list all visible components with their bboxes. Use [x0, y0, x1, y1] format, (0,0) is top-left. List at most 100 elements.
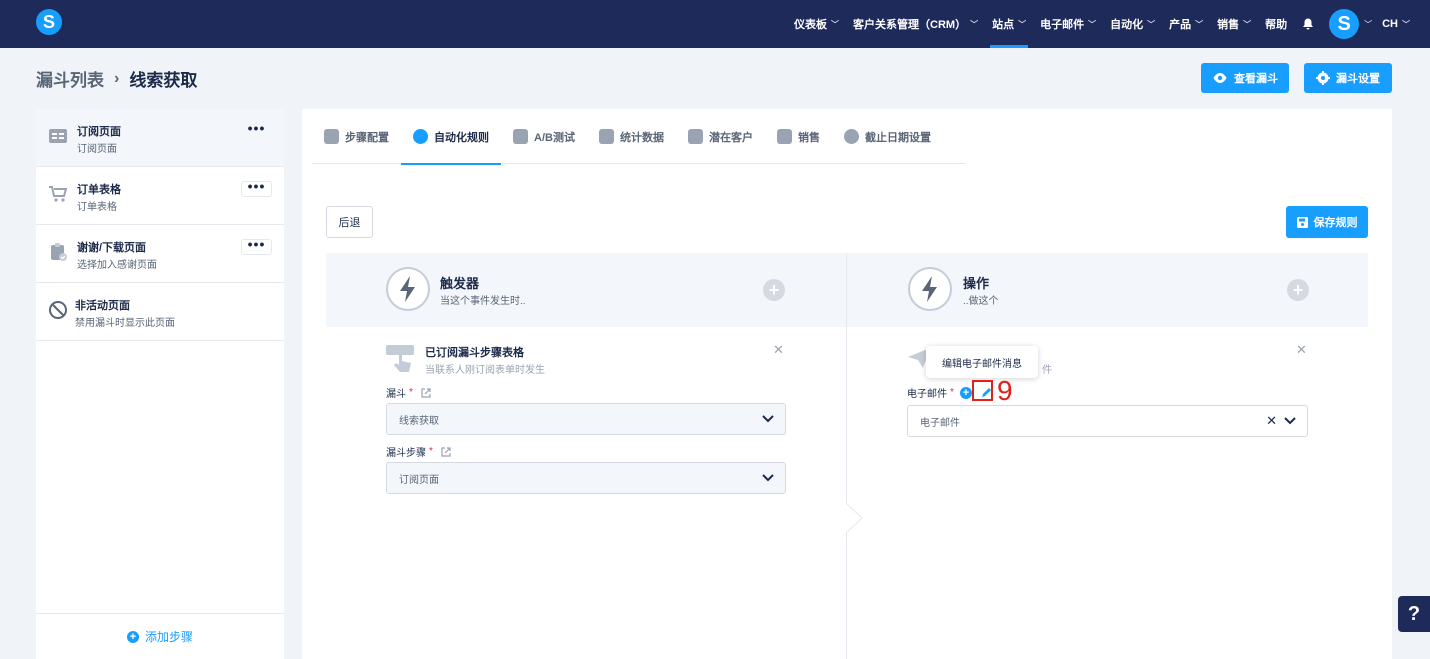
- add-trigger-button[interactable]: +: [763, 279, 785, 301]
- tab-label: 截止日期设置: [864, 131, 931, 144]
- chevron-down-icon: ﹀: [1195, 19, 1204, 29]
- step-item-inactive[interactable]: 非活动页面 禁用漏斗时显示此页面: [36, 283, 284, 341]
- funnel-step-select[interactable]: 订阅页面: [386, 462, 786, 494]
- top-nav-bar: S 仪表板 ﹀ 客户关系管理（CRM） ﹀ 站点 ﹀ 电子邮件 ﹀ 自动化 ﹀ 产品 ﹀ 销…: [0, 0, 1430, 48]
- breadcrumb-parent[interactable]: 漏斗列表: [36, 66, 104, 91]
- user-menu[interactable]: CH ﹀: [1382, 0, 1410, 48]
- nav-help[interactable]: 帮助: [1265, 0, 1287, 48]
- bell-icon[interactable]: [1301, 17, 1315, 31]
- required-marker: *: [429, 446, 433, 457]
- tab-label: 统计数据: [619, 131, 664, 144]
- label-text: 漏斗步骤: [386, 448, 426, 459]
- nav-crm[interactable]: 客户关系管理（CRM） ﹀: [853, 0, 978, 48]
- save-rule-button[interactable]: 保存规则: [1286, 206, 1368, 238]
- tab-step-config[interactable]: 步骤配置: [312, 109, 401, 164]
- funnel-select[interactable]: 线索获取: [386, 403, 786, 435]
- form-icon: [49, 129, 67, 143]
- tab-ab-test[interactable]: A/B测试: [501, 109, 587, 164]
- edit-email-tooltip: 编辑电子邮件消息: [926, 346, 1038, 378]
- action-bolt-icon: [908, 267, 952, 311]
- nav-dashboard[interactable]: 仪表板 ﹀: [794, 0, 839, 48]
- step-subtitle: 订阅页面: [77, 144, 117, 155]
- column-divider: [846, 253, 847, 659]
- step-item-order-form[interactable]: 订单表格 订单表格 •••: [36, 167, 284, 225]
- chevron-down-icon[interactable]: [1283, 414, 1297, 428]
- required-marker: *: [409, 387, 413, 398]
- tab-label: 步骤配置: [345, 131, 389, 144]
- action-card-subtitle: 件: [1042, 365, 1052, 376]
- close-icon[interactable]: ✕: [773, 342, 784, 358]
- add-step-label: 添加步骤: [144, 630, 193, 644]
- close-icon[interactable]: ✕: [1296, 342, 1307, 358]
- help-button[interactable]: ?: [1398, 596, 1430, 632]
- add-step-button[interactable]: + 添加步骤: [36, 613, 284, 659]
- email-select[interactable]: 电子邮件 ✕: [907, 405, 1308, 437]
- action-subtitle: ..做这个: [963, 296, 999, 307]
- more-menu-icon[interactable]: •••: [241, 237, 272, 255]
- funnel-settings-button[interactable]: 漏斗设置: [1304, 63, 1392, 93]
- tab-statistics[interactable]: 统计数据: [587, 109, 676, 164]
- save-icon: [1296, 216, 1308, 228]
- label-text: 电子邮件: [907, 389, 947, 400]
- chevron-down-icon[interactable]: ﹀: [1364, 19, 1372, 30]
- nav-sites[interactable]: 站点 ﹀: [990, 0, 1029, 48]
- gear-icon: [1316, 71, 1330, 85]
- chevron-down-icon: ﹀: [1147, 19, 1156, 29]
- nav-label: 销售: [1217, 19, 1240, 31]
- nav-automation[interactable]: 自动化 ﹀: [1110, 0, 1155, 48]
- flow-arrow-icon: [846, 503, 863, 533]
- back-button[interactable]: 后退: [326, 206, 373, 238]
- nav-label: 产品: [1169, 19, 1192, 31]
- tab-sales[interactable]: 销售: [765, 109, 832, 164]
- trigger-card-subtitle: 当联系人刚订阅表单时发生: [425, 365, 545, 376]
- plus-icon: +: [126, 630, 139, 643]
- tab-label: A/B测试: [534, 131, 575, 144]
- view-funnel-button[interactable]: 查看漏斗: [1201, 63, 1289, 93]
- more-menu-icon[interactable]: •••: [241, 179, 272, 197]
- clipboard-check-icon: [51, 243, 67, 261]
- nav-label: 客户关系管理（CRM）: [853, 19, 967, 31]
- eye-icon: [1213, 73, 1227, 83]
- tab-automation-rules[interactable]: 自动化规则: [401, 109, 501, 165]
- button-label: 查看漏斗: [1234, 73, 1278, 85]
- chevron-down-icon: ﹀: [1018, 19, 1027, 29]
- page-title: 线索获取: [129, 71, 198, 90]
- step-title: 订阅页面: [77, 126, 121, 138]
- external-link-icon[interactable]: [420, 387, 432, 399]
- step-title: 非活动页面: [75, 300, 130, 312]
- step-item-subscribe[interactable]: 订阅页面 订阅页面 •••: [36, 109, 284, 167]
- more-menu-icon[interactable]: •••: [241, 121, 272, 139]
- add-action-button[interactable]: +: [1287, 279, 1309, 301]
- nav-sales[interactable]: 销售 ﹀: [1217, 0, 1251, 48]
- funnel-steps-panel: 订阅页面 订阅页面 ••• 订单表格 订单表格 ••• 谢谢/下载页面 选择加入…: [36, 109, 284, 659]
- step-title: 订单表格: [77, 184, 121, 196]
- select-placeholder: 电子邮件: [920, 417, 960, 429]
- bar-chart-icon: [598, 129, 614, 144]
- avatar[interactable]: S: [1329, 9, 1360, 39]
- nav-email[interactable]: 电子邮件 ﹀: [1040, 0, 1096, 48]
- tab-leads[interactable]: 潜在客户: [676, 109, 765, 164]
- nav-label: 站点: [992, 19, 1015, 31]
- tab-deadline[interactable]: 截止日期设置: [832, 109, 943, 164]
- clear-icon[interactable]: ✕: [1266, 414, 1277, 428]
- step-subtitle: 禁用漏斗时显示此页面: [75, 318, 175, 329]
- nav-label: 自动化: [1110, 19, 1144, 31]
- breadcrumb: 漏斗列表 › 线索获取: [36, 66, 197, 91]
- step-title: 谢谢/下载页面: [77, 242, 147, 254]
- tab-label: 潜在客户: [708, 131, 753, 144]
- annotation-number: 9: [997, 375, 1013, 406]
- clock-icon: [843, 129, 859, 144]
- add-email-icon[interactable]: +: [959, 386, 972, 399]
- form-touch-icon: [386, 345, 414, 372]
- step-subtitle: 订单表格: [77, 202, 117, 213]
- funnel-step-field-label: 漏斗步骤 *: [386, 444, 452, 459]
- step-item-thank-you[interactable]: 谢谢/下载页面 选择加入感谢页面 •••: [36, 225, 284, 283]
- tab-label: 自动化规则: [434, 131, 489, 144]
- nav-label: 帮助: [1265, 19, 1288, 31]
- external-link-icon[interactable]: [440, 446, 452, 458]
- label-text: 漏斗: [386, 389, 406, 400]
- nav-products[interactable]: 产品 ﹀: [1169, 0, 1203, 48]
- select-value: 订阅页面: [399, 474, 439, 486]
- app-logo[interactable]: S: [36, 9, 62, 35]
- chevron-down-icon: [762, 415, 774, 423]
